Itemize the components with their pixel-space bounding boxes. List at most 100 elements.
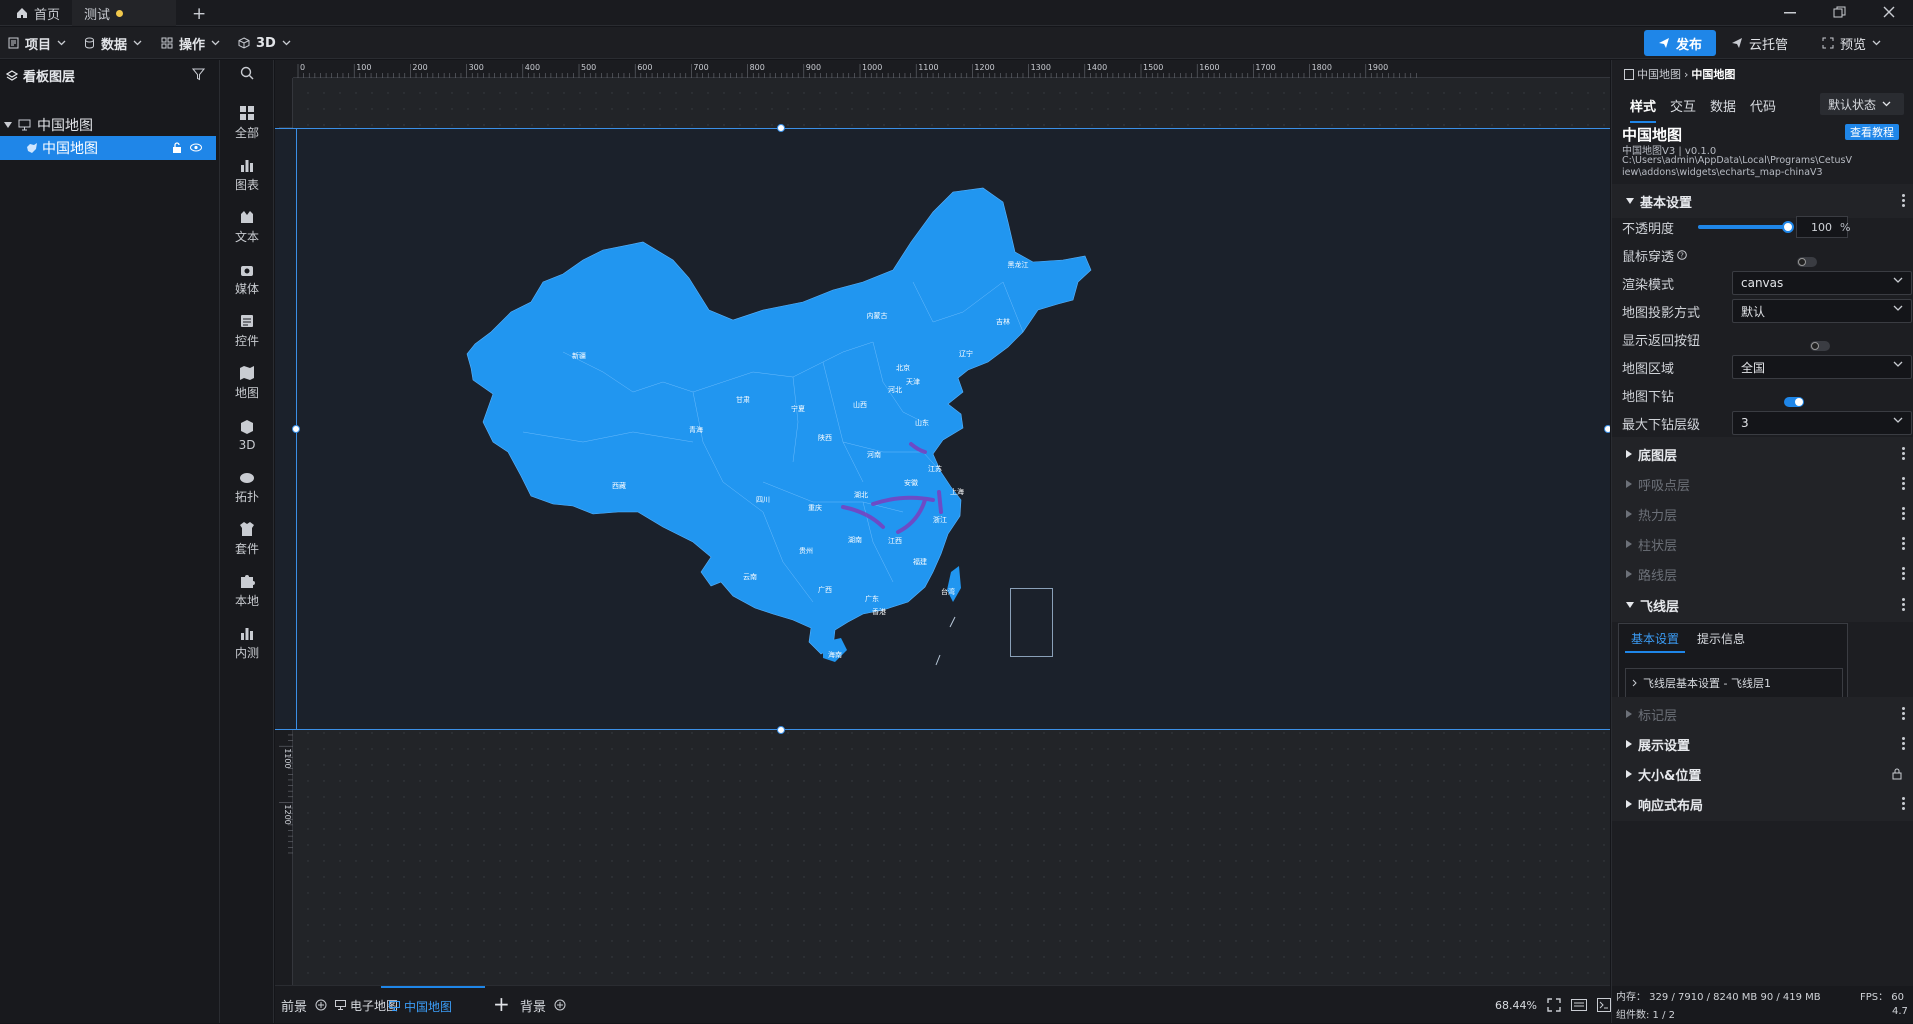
- category-control-label: 控件: [234, 334, 259, 348]
- tab-home[interactable]: 首页: [4, 0, 72, 26]
- more-icon[interactable]: [1902, 477, 1906, 491]
- restore-icon[interactable]: [1833, 6, 1846, 19]
- design-canvas[interactable]: 0 100 200 300 400 500 600 700 800 900 1000 1100 1200…: [275, 60, 1610, 990]
- tutorial-button[interactable]: 查看教程: [1845, 124, 1899, 140]
- lock-icon[interactable]: [1892, 768, 1902, 780]
- max-level-select[interactable]: 3: [1732, 411, 1912, 435]
- more-icon[interactable]: [1902, 447, 1906, 461]
- menu-3d-label: 3D: [256, 35, 276, 51]
- flyline-item[interactable]: 飞线层基本设置 - 飞线层1: [1625, 668, 1843, 698]
- province-label: 四川: [756, 496, 770, 504]
- cloud-host-button[interactable]: 云托管: [1731, 27, 1788, 59]
- section-size-position[interactable]: 大小&位置: [1612, 757, 1913, 791]
- section-flyline-layer[interactable]: 飞线层: [1612, 588, 1913, 622]
- minimize-icon[interactable]: [1784, 12, 1796, 14]
- more-icon[interactable]: [1902, 537, 1906, 551]
- opacity-input[interactable]: 100 %: [1796, 216, 1850, 238]
- menu-project[interactable]: 项目: [8, 27, 66, 59]
- section-route-layer[interactable]: 路线层: [1612, 557, 1913, 591]
- more-icon[interactable]: [1902, 507, 1906, 521]
- search-icon[interactable]: [240, 66, 254, 80]
- publish-button[interactable]: 发布: [1644, 30, 1717, 56]
- resize-handle-bottom[interactable]: [777, 726, 785, 734]
- projection-select[interactable]: 默认: [1732, 299, 1912, 323]
- page-tab-2-active[interactable]: 中国地图: [381, 986, 485, 1024]
- ruler-h-label: 900: [806, 63, 821, 72]
- section-responsive[interactable]: 响应式布局: [1612, 787, 1913, 821]
- more-icon[interactable]: [1902, 567, 1906, 581]
- fit-screen-icon[interactable]: [1547, 998, 1561, 1012]
- tab-interaction[interactable]: 交互: [1670, 96, 1696, 123]
- unlock-icon[interactable]: [172, 142, 182, 154]
- state-dropdown[interactable]: 默认状态: [1820, 93, 1904, 115]
- category-text[interactable]: 文本: [220, 202, 274, 252]
- resize-handle-top[interactable]: [777, 124, 785, 132]
- section-bar-layer[interactable]: 柱状层: [1612, 527, 1913, 561]
- keyboard-icon[interactable]: [1570, 999, 1587, 1011]
- add-circle-icon[interactable]: [315, 999, 327, 1011]
- province-label: 江西: [888, 537, 902, 545]
- china-map-widget[interactable]: 新疆西藏 青海 甘肃 内蒙古 黑龙江吉林辽宁北京天津河北山西 宁夏陕西 山东河南江苏安徽湖北…: [463, 182, 1103, 682]
- category-all[interactable]: 全部: [220, 98, 274, 148]
- close-icon[interactable]: [1883, 6, 1895, 18]
- layer-item-selected[interactable]: 中国地图: [0, 136, 216, 160]
- china-mainland-shape[interactable]: [466, 187, 1092, 655]
- tab-data[interactable]: 数据: [1710, 96, 1736, 123]
- menu-3d[interactable]: 3D: [238, 27, 291, 59]
- section-display-settings[interactable]: 展示设置: [1612, 727, 1913, 761]
- resize-handle-left[interactable]: [292, 425, 300, 433]
- sub-tab-tooltip[interactable]: 提示信息: [1697, 628, 1745, 653]
- more-icon[interactable]: [1902, 598, 1906, 612]
- tab-style[interactable]: 样式: [1630, 96, 1657, 123]
- category-internal[interactable]: 内测: [220, 618, 274, 668]
- more-icon[interactable]: [1902, 797, 1906, 811]
- layer-group[interactable]: 中国地图: [0, 113, 220, 137]
- menu-ops[interactable]: 操作: [161, 27, 220, 59]
- section-base-layer[interactable]: 底图层: [1612, 437, 1913, 471]
- taiwan-shape[interactable]: [947, 566, 961, 602]
- more-icon[interactable]: [1902, 707, 1906, 721]
- ruler-h-label: 700: [693, 63, 708, 72]
- add-page-icon[interactable]: +: [493, 992, 510, 1016]
- category-map[interactable]: 地图: [220, 358, 274, 408]
- background-tab[interactable]: 背景: [520, 986, 566, 1024]
- sub-tab-basic[interactable]: 基本设置: [1625, 628, 1686, 653]
- region-select[interactable]: 全国: [1732, 355, 1912, 379]
- category-text-label: 文本: [234, 230, 259, 244]
- back-button-toggle[interactable]: [1810, 341, 1831, 351]
- tab-code[interactable]: 代码: [1750, 96, 1776, 123]
- category-chart[interactable]: 图表: [220, 150, 274, 200]
- category-kit[interactable]: 套件: [220, 514, 274, 564]
- drilldown-toggle[interactable]: [1784, 397, 1805, 407]
- resize-handle-right[interactable]: [1604, 425, 1610, 433]
- menu-data[interactable]: 数据: [84, 27, 142, 59]
- category-local[interactable]: 本地: [220, 566, 274, 616]
- new-tab-icon[interactable]: +: [192, 4, 206, 24]
- eye-icon[interactable]: [190, 143, 202, 152]
- mouse-through-toggle[interactable]: [1797, 257, 1818, 267]
- zoom-level[interactable]: 68.44%: [1495, 999, 1537, 1012]
- filter-icon[interactable]: [192, 68, 205, 81]
- section-route-label: 路线层: [1638, 568, 1678, 584]
- category-3d[interactable]: 3D: [220, 410, 274, 460]
- category-media[interactable]: 媒体: [220, 254, 274, 304]
- help-icon[interactable]: ?: [1677, 250, 1687, 260]
- opacity-slider[interactable]: [1698, 221, 1794, 233]
- tab-test[interactable]: 测试: [72, 0, 176, 26]
- more-icon[interactable]: [1902, 737, 1906, 751]
- breadcrumb-item-1[interactable]: 中国地图: [1637, 66, 1681, 82]
- chevron-right-icon: ›: [1684, 67, 1689, 81]
- section-marker-layer[interactable]: 标记层: [1612, 697, 1913, 731]
- opacity-slider-handle[interactable]: [1782, 221, 1794, 233]
- category-control[interactable]: 控件: [220, 306, 274, 356]
- more-icon[interactable]: [1902, 194, 1906, 208]
- section-heat-layer[interactable]: 热力层: [1612, 497, 1913, 531]
- render-mode-select[interactable]: canvas: [1732, 271, 1912, 295]
- foreground-tab[interactable]: 前景: [281, 986, 327, 1024]
- layer-group-label: 中国地图: [37, 118, 93, 134]
- add-circle-icon[interactable]: [554, 999, 566, 1011]
- category-topo[interactable]: 拓扑: [220, 462, 274, 512]
- preview-button[interactable]: 预览: [1822, 27, 1881, 59]
- section-breathing-layer[interactable]: 呼吸点层: [1612, 467, 1913, 501]
- terminal-icon[interactable]: [1596, 998, 1611, 1012]
